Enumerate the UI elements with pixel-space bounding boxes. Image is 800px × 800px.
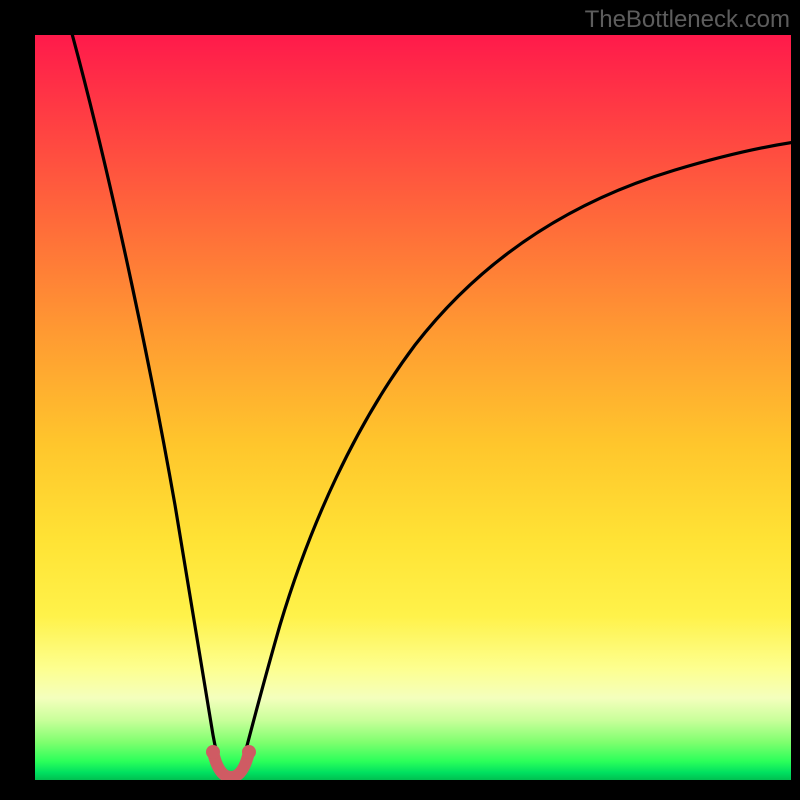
connector-end-left	[206, 745, 220, 759]
watermark-text: TheBottleneck.com	[585, 6, 790, 34]
curve-right-branch	[239, 142, 791, 775]
chart-frame: TheBottleneck.com	[0, 0, 800, 800]
connector-end-right	[242, 745, 256, 759]
curve-left-branch	[71, 35, 224, 775]
curve-layer	[35, 35, 791, 780]
plot-area	[35, 35, 791, 780]
